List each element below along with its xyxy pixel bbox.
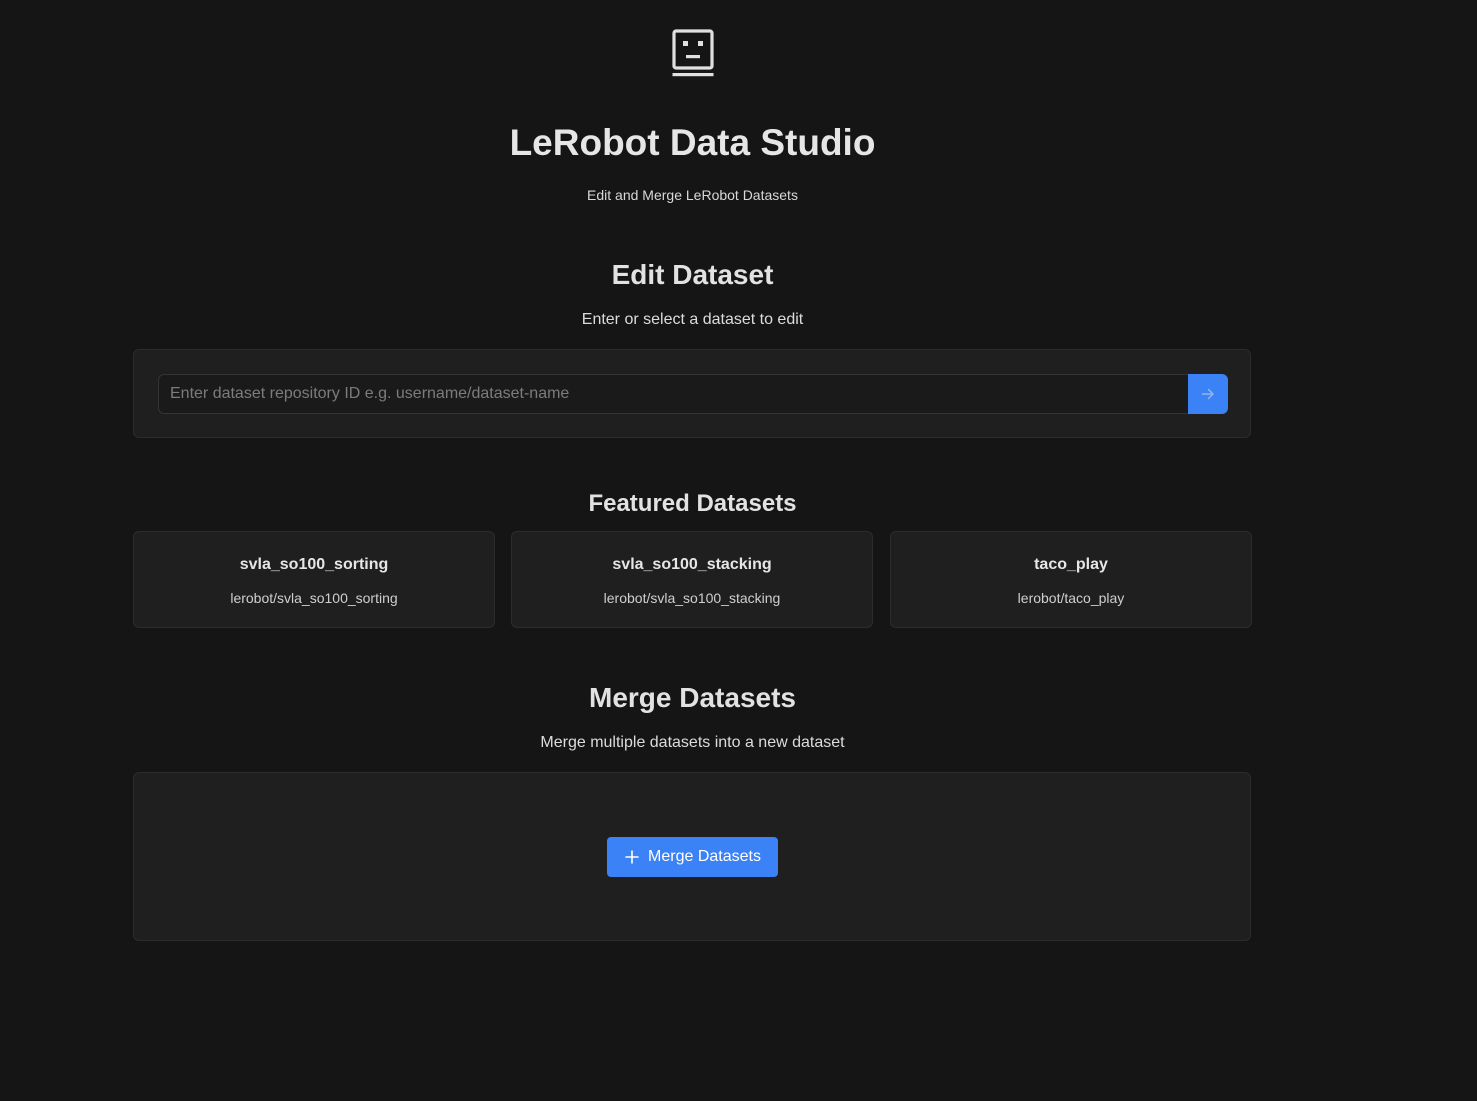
featured-dataset-repo: lerobot/svla_so100_stacking	[603, 590, 781, 606]
arrow-right-icon	[1201, 388, 1214, 400]
featured-datasets-title: Featured Datasets	[588, 490, 797, 517]
dataset-repo-input[interactable]	[158, 374, 1188, 414]
featured-dataset-name: taco_play	[1034, 556, 1108, 573]
featured-dataset-repo: lerobot/svla_so100_sorting	[230, 590, 398, 606]
featured-dataset-card[interactable]: taco_play lerobot/taco_play	[890, 531, 1252, 628]
merge-datasets-button-label: Merge Datasets	[648, 848, 761, 865]
merge-datasets-title: Merge Datasets	[589, 682, 796, 713]
edit-dataset-panel	[133, 349, 1251, 438]
merge-datasets-description: Merge multiple datasets into a new datas…	[540, 734, 845, 751]
plus-icon	[625, 850, 639, 864]
featured-dataset-card[interactable]: svla_so100_stacking lerobot/svla_so100_s…	[511, 531, 873, 628]
app-title: LeRobot Data Studio	[509, 122, 876, 163]
featured-dataset-name: svla_so100_stacking	[612, 556, 772, 573]
page: LeRobot Data Studio Edit and Merge LeRob…	[0, 0, 1477, 1101]
edit-dataset-description: Enter or select a dataset to edit	[581, 311, 804, 328]
featured-dataset-name: svla_so100_sorting	[239, 556, 389, 573]
open-dataset-button[interactable]	[1188, 374, 1228, 414]
merge-datasets-panel: Merge Datasets	[133, 772, 1251, 941]
merge-datasets-button[interactable]: Merge Datasets	[607, 837, 778, 877]
featured-dataset-repo: lerobot/taco_play	[1017, 590, 1125, 606]
robot-face-icon	[672, 29, 714, 77]
app-subtitle: Edit and Merge LeRobot Datasets	[587, 187, 798, 203]
featured-dataset-card[interactable]: svla_so100_sorting lerobot/svla_so100_so…	[133, 531, 495, 628]
dataset-search-row	[158, 374, 1228, 414]
edit-dataset-title: Edit Dataset	[611, 259, 774, 290]
